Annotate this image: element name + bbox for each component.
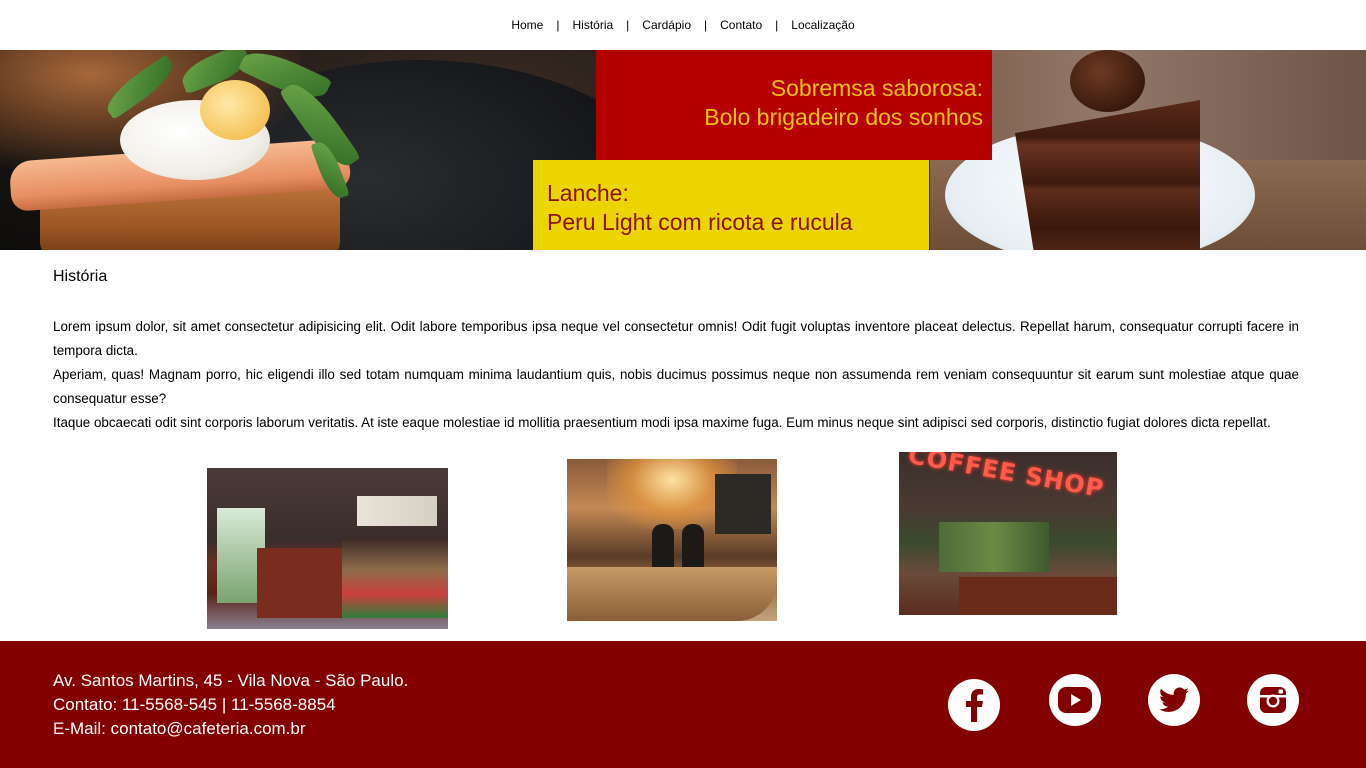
footer: Av. Santos Martins, 45 - Vila Nova - São… — [0, 641, 1366, 768]
cafe-interior-photo-2 — [567, 459, 777, 621]
brigadeiro-shape — [1070, 50, 1145, 112]
counter-shape — [959, 577, 1117, 615]
menu-board-shape — [357, 496, 437, 526]
twitter-link[interactable] — [1148, 674, 1200, 726]
contact-info: Av. Santos Martins, 45 - Vila Nova - São… — [53, 669, 408, 741]
email-text: E-Mail: contato@cafeteria.com.br — [53, 719, 306, 738]
cafe-interior-photo-1 — [207, 468, 448, 629]
snack-caption-line1: Lanche: — [547, 180, 629, 206]
nav-menu: Home | História | Cardápio | Contato | L… — [511, 18, 854, 32]
twitter-icon — [1159, 687, 1189, 712]
nav-link-historia[interactable]: História — [572, 18, 613, 32]
paragraph: Itaque obcaecati odit sint corporis labo… — [53, 415, 1271, 430]
nav-link-localizacao[interactable]: Localização — [791, 18, 854, 32]
wood-counter-shape — [567, 567, 777, 621]
section-title: História — [53, 268, 108, 285]
paragraph: Lorem ipsum dolor, sit amet consectetur … — [53, 319, 1299, 358]
dessert-caption: Sobremsa saborosa: Bolo brigadeiro dos s… — [704, 74, 983, 132]
snack-photo — [0, 50, 680, 250]
nav-link-home[interactable]: Home — [511, 18, 543, 32]
instagram-icon — [1260, 687, 1286, 713]
nav-separator: | — [704, 18, 708, 32]
hero-banner: Sobremsa saborosa: Bolo brigadeiro dos s… — [0, 50, 1366, 250]
youtube-icon — [1058, 687, 1092, 713]
yolk-shape — [200, 80, 270, 140]
snack-caption-line2: Peru Light com ricota e rucula — [547, 209, 853, 235]
address-text: Av. Santos Martins, 45 - Vila Nova - São… — [53, 671, 409, 690]
coffee-shop-photo: COFFEE SHOP — [899, 452, 1117, 615]
nav-separator: | — [775, 18, 779, 32]
snack-caption: Lanche: Peru Light com ricota e rucula — [547, 179, 853, 237]
facebook-icon — [966, 689, 983, 722]
neon-sign: COFFEE SHOP — [906, 452, 1107, 504]
top-nav: Home | História | Cardápio | Contato | L… — [0, 0, 1366, 50]
history-text: Lorem ipsum dolor, sit amet consectetur … — [53, 315, 1299, 435]
cake-photo — [930, 50, 1366, 250]
snack-caption-box: Lanche: Peru Light com ricota e rucula — [533, 160, 929, 250]
nav-separator: | — [626, 18, 630, 32]
nav-link-contato[interactable]: Contato — [720, 18, 762, 32]
green-tiles-shape — [939, 522, 1049, 572]
phone-text: Contato: 11-5568-545 | 11-5568-8854 — [53, 695, 336, 714]
counter-shape — [257, 548, 347, 618]
nav-link-cardapio[interactable]: Cardápio — [642, 18, 691, 32]
dessert-caption-box: Sobremsa saborosa: Bolo brigadeiro dos s… — [596, 50, 992, 160]
cake-slice-shape — [1015, 100, 1200, 250]
paragraph: Aperiam, quas! Magnam porro, hic eligend… — [53, 367, 1299, 406]
dessert-caption-line2: Bolo brigadeiro dos sonhos — [704, 104, 983, 130]
display-case-shape — [342, 538, 448, 618]
dessert-caption-line1: Sobremsa saborosa: — [770, 75, 983, 101]
youtube-link[interactable] — [1049, 674, 1101, 726]
instagram-link[interactable] — [1247, 674, 1299, 726]
facebook-link[interactable] — [948, 679, 1000, 731]
chalkboard-shape — [715, 474, 771, 534]
nav-separator: | — [556, 18, 560, 32]
